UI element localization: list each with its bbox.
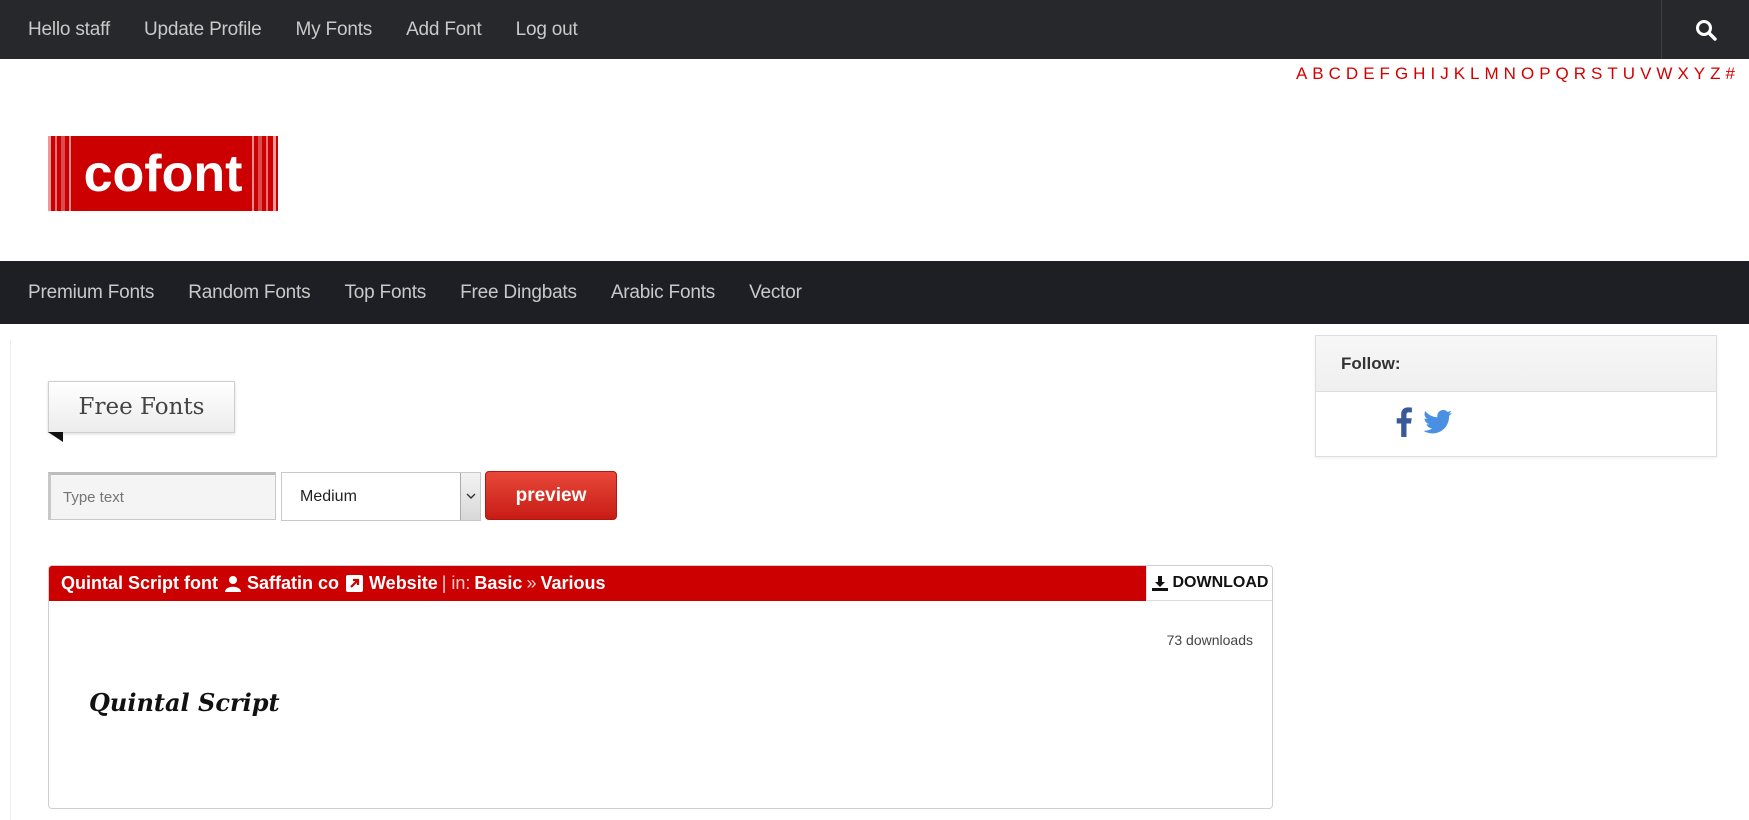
nav-my-fonts[interactable]: My Fonts — [279, 19, 390, 41]
alphabet-link-g[interactable]: G — [1395, 64, 1408, 84]
search-button[interactable] — [1661, 0, 1749, 59]
category-bar: Premium Fonts Random Fonts Top Fonts Fre… — [0, 261, 1749, 324]
content-divider — [10, 340, 11, 820]
category-link[interactable]: Basic — [474, 573, 522, 594]
nav-log-out[interactable]: Log out — [499, 19, 595, 41]
alphabet-link-c[interactable]: C — [1329, 64, 1341, 84]
subcategory-link[interactable]: Various — [540, 573, 605, 594]
preview-button[interactable]: preview — [485, 471, 617, 520]
facebook-icon[interactable] — [1396, 406, 1412, 442]
nav-add-font[interactable]: Add Font — [389, 19, 499, 41]
font-name-link[interactable]: Quintal Script font — [61, 573, 218, 594]
size-select-value: Medium — [300, 487, 357, 505]
alphabet-index: A B C D E F G H I J K L M N O P Q R S T U V W X Y Z # — [1296, 64, 1735, 84]
font-author-link[interactable]: Saffatin co — [247, 573, 339, 594]
nav-free-dingbats[interactable]: Free Dingbats — [443, 282, 594, 304]
alphabet-link-z[interactable]: Z — [1710, 64, 1720, 84]
alphabet-link-b[interactable]: B — [1312, 64, 1323, 84]
download-label: DOWNLOAD — [1172, 574, 1269, 591]
alphabet-link-y[interactable]: Y — [1694, 64, 1705, 84]
alphabet-link-m[interactable]: M — [1485, 64, 1499, 84]
download-button[interactable]: DOWNLOAD — [1146, 566, 1272, 601]
external-link-icon — [346, 575, 364, 592]
alphabet-link-a[interactable]: A — [1296, 64, 1307, 84]
preview-text-input[interactable] — [48, 472, 276, 520]
alphabet-link-j[interactable]: J — [1440, 64, 1449, 84]
twitter-icon[interactable] — [1423, 409, 1452, 439]
social-links — [1316, 392, 1716, 456]
logo-text: cofont — [84, 145, 243, 203]
alphabet-link-o[interactable]: O — [1521, 64, 1534, 84]
chevron-down-icon — [460, 473, 480, 520]
font-sample-preview[interactable]: Quintal Script — [89, 682, 289, 727]
alphabet-link-s[interactable]: S — [1591, 64, 1602, 84]
nav-premium-fonts[interactable]: Premium Fonts — [11, 282, 171, 304]
nav-top-fonts[interactable]: Top Fonts — [327, 282, 443, 304]
font-card-header: Quintal Script font Saffatin co Website … — [49, 566, 1146, 601]
nav-random-fonts[interactable]: Random Fonts — [171, 282, 327, 304]
nav-arabic-fonts[interactable]: Arabic Fonts — [594, 282, 732, 304]
alphabet-link-hash[interactable]: # — [1726, 64, 1735, 84]
alphabet-link-p[interactable]: P — [1539, 64, 1550, 84]
top-nav: Hello staff Update Profile My Fonts Add … — [11, 0, 595, 59]
alphabet-link-t[interactable]: T — [1607, 64, 1617, 84]
alphabet-link-k[interactable]: K — [1454, 64, 1465, 84]
alphabet-link-w[interactable]: W — [1656, 64, 1672, 84]
alphabet-link-x[interactable]: X — [1677, 64, 1688, 84]
download-count: 73 downloads — [1166, 632, 1253, 648]
download-icon — [1151, 575, 1168, 591]
search-icon — [1695, 19, 1717, 41]
alphabet-link-v[interactable]: V — [1640, 64, 1651, 84]
nav-vector[interactable]: Vector — [732, 282, 819, 304]
alphabet-link-f[interactable]: F — [1380, 64, 1390, 84]
category-nav: Premium Fonts Random Fonts Top Fonts Fre… — [11, 261, 819, 324]
alphabet-link-u[interactable]: U — [1623, 64, 1635, 84]
alphabet-link-l[interactable]: L — [1470, 64, 1479, 84]
alphabet-link-r[interactable]: R — [1574, 64, 1586, 84]
alphabet-link-d[interactable]: D — [1346, 64, 1358, 84]
alphabet-link-q[interactable]: Q — [1556, 64, 1569, 84]
alphabet-link-i[interactable]: I — [1430, 64, 1435, 84]
alphabet-link-h[interactable]: H — [1413, 64, 1425, 84]
alphabet-link-e[interactable]: E — [1363, 64, 1374, 84]
site-logo[interactable]: cofont — [48, 136, 278, 211]
follow-widget: Follow: — [1315, 335, 1717, 457]
user-icon — [225, 575, 241, 592]
breadcrumb-separator: » — [526, 573, 537, 593]
alphabet-link-n[interactable]: N — [1504, 64, 1516, 84]
font-sample-text: Quintal Script — [89, 688, 280, 717]
nav-update-profile[interactable]: Update Profile — [127, 19, 279, 41]
section-title: Free Fonts — [48, 381, 235, 433]
font-card: Quintal Script font Saffatin co Website … — [48, 565, 1273, 809]
tab-notch — [48, 432, 63, 442]
size-select[interactable]: Medium — [281, 472, 481, 521]
top-bar: Hello staff Update Profile My Fonts Add … — [0, 0, 1749, 59]
nav-hello-staff[interactable]: Hello staff — [11, 19, 127, 41]
in-label: | in: — [441, 573, 471, 593]
font-website-link[interactable]: Website — [369, 573, 438, 594]
follow-title: Follow: — [1316, 336, 1716, 392]
